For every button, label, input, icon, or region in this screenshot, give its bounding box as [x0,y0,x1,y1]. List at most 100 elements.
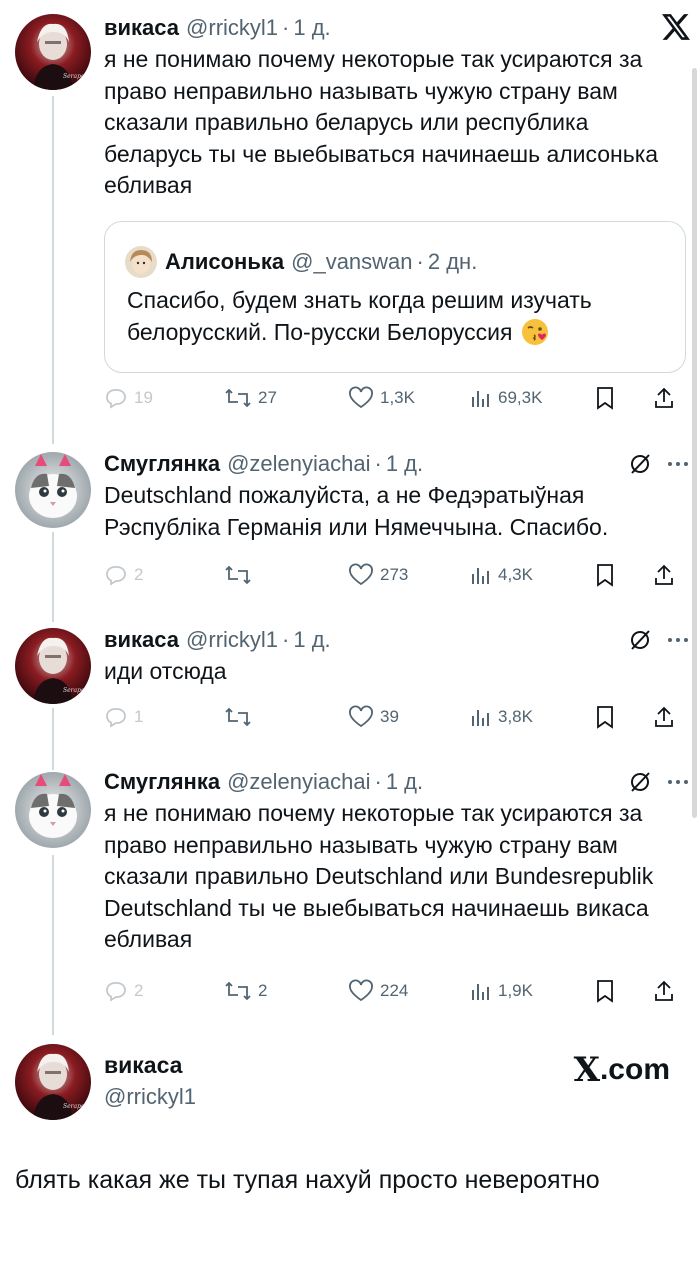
user-handle[interactable]: @rrickyl1 [186,14,278,42]
bookmark-icon [597,980,613,1003]
timestamp[interactable]: 1 д. [293,14,330,42]
separator-dot: · [282,627,290,652]
share-button[interactable] [652,384,676,412]
timestamp[interactable]: 1 д. [293,626,330,654]
views-count: 4,3K [498,565,533,584]
x-com-brand: X .com [574,1050,670,1090]
bookmark-icon [597,387,613,410]
heart-icon [349,979,373,1002]
quote-header: Алисонька @_vanswan · 2 дн. [125,246,477,278]
avatar[interactable] [15,772,91,848]
views-bars-icon [472,984,489,1000]
share-icon [655,564,673,585]
like-button[interactable]: 273 [348,561,408,589]
tweet-text: иди отсюда [104,658,227,684]
tweet-1[interactable]: викаса @rrickyl1 · 1 д. я не понимаю поч… [104,14,690,202]
reply-button[interactable]: 2 [104,561,143,589]
views-count: 69,3K [498,388,543,407]
views-bars-icon [472,568,489,584]
quote-timestamp: 2 дн. [427,249,478,274]
like-button[interactable]: 1,3K [348,384,415,412]
views-bars-icon [472,710,489,726]
reply-count: 2 [134,981,144,1000]
like-count: 273 [380,565,409,584]
views-button[interactable]: 4,3K [470,561,533,589]
user-handle[interactable]: @zelenyiachai [227,768,370,796]
avatar[interactable] [15,452,91,528]
like-count: 39 [380,707,399,726]
kissing-face-heart-icon [521,318,549,346]
user-handle[interactable]: @rrickyl1 [186,626,278,654]
bookmark-button[interactable] [594,561,616,589]
separator-dot: · [282,15,290,40]
quote-handle: @_vanswan [291,249,413,274]
avatar[interactable] [15,628,91,704]
views-button[interactable]: 1,9K [470,977,533,1005]
bookmark-button[interactable] [594,977,616,1005]
tweet-4[interactable]: Смуглянка @zelenyiachai · 1 д. я не пони… [104,768,690,956]
avatar[interactable] [15,14,91,90]
thread-line-3 [52,708,54,770]
reply-count: 2 [134,565,144,584]
like-count: 224 [380,981,409,1000]
share-button[interactable] [652,977,676,1005]
heart-icon [349,386,373,409]
share-button[interactable] [652,561,676,589]
like-count: 1,3K [380,388,415,407]
avatar[interactable] [15,1044,91,1120]
repost-count: 27 [258,388,277,407]
repost-button[interactable]: 27 [224,384,277,412]
quote-avatar [125,246,157,278]
share-icon [655,387,673,408]
tweet-header: викаса @rrickyl1 · 1 д. [104,626,690,654]
display-name[interactable]: викаса [104,14,179,42]
heart-icon [349,705,373,728]
views-button[interactable]: 69,3K [470,384,542,412]
repost-button[interactable] [224,561,258,589]
views-bars-icon [472,391,489,407]
user-handle[interactable]: @zelenyiachai [227,450,370,478]
repost-arrows-icon [225,388,251,408]
repost-count: 2 [258,981,268,1000]
quote-display-name: Алисонька [165,249,285,274]
tweet-2-actions: 2 273 4,3K [104,561,684,589]
like-button[interactable]: 224 [348,977,408,1005]
bookmark-icon [597,706,613,729]
tweet-text: Deutschland пожалуйста, а не Федэратыўна… [104,482,609,540]
timestamp[interactable]: 1 д. [386,768,423,796]
quoted-tweet[interactable]: Алисонька @_vanswan · 2 дн. Спасибо, буд… [104,221,686,373]
timestamp[interactable]: 1 д. [386,450,423,478]
quote-text-block: Спасибо, будем знать когда решим изучать… [127,284,665,348]
separator-dot: · [374,769,382,794]
reply-count: 1 [134,707,144,726]
final-user-handle[interactable]: @rrickyl1 [104,1084,196,1110]
thread-line-2 [52,532,54,622]
tweet-header: викаса @rrickyl1 · 1 д. [104,14,690,42]
display-name[interactable]: викаса [104,626,179,654]
tweet-2[interactable]: Смуглянка @zelenyiachai · 1 д. Deutschla… [104,450,690,543]
reply-bubble-icon [106,389,126,409]
like-button[interactable]: 39 [348,703,399,731]
reply-bubble-icon [106,566,126,586]
display-name[interactable]: Смуглянка [104,768,220,796]
scrollbar[interactable] [692,68,697,818]
heart-icon [349,563,373,586]
reply-button[interactable]: 19 [104,384,153,412]
final-display-name[interactable]: викаса [104,1052,182,1079]
display-name[interactable]: Смуглянка [104,450,220,478]
tweet-text: я не понимаю почему некоторые так усираю… [104,800,654,952]
repost-button[interactable]: 2 [224,977,267,1005]
tweet-header: Смуглянка @zelenyiachai · 1 д. [104,450,690,478]
reply-button[interactable]: 2 [104,977,143,1005]
repost-button[interactable] [224,703,258,731]
thread-line-4 [52,855,54,1035]
reply-button[interactable]: 1 [104,703,143,731]
tweet-3[interactable]: викаса @rrickyl1 · 1 д. иди отсюда [104,626,690,688]
views-button[interactable]: 3,8K [470,703,533,731]
views-count: 3,8K [498,707,533,726]
share-button[interactable] [652,703,676,731]
final-tweet-text: блять какая же ты тупая нахуй просто нев… [15,1166,600,1194]
bookmark-button[interactable] [594,703,616,731]
tweet-4-actions: 2 2 224 1,9K [104,977,684,1005]
bookmark-button[interactable] [594,384,616,412]
